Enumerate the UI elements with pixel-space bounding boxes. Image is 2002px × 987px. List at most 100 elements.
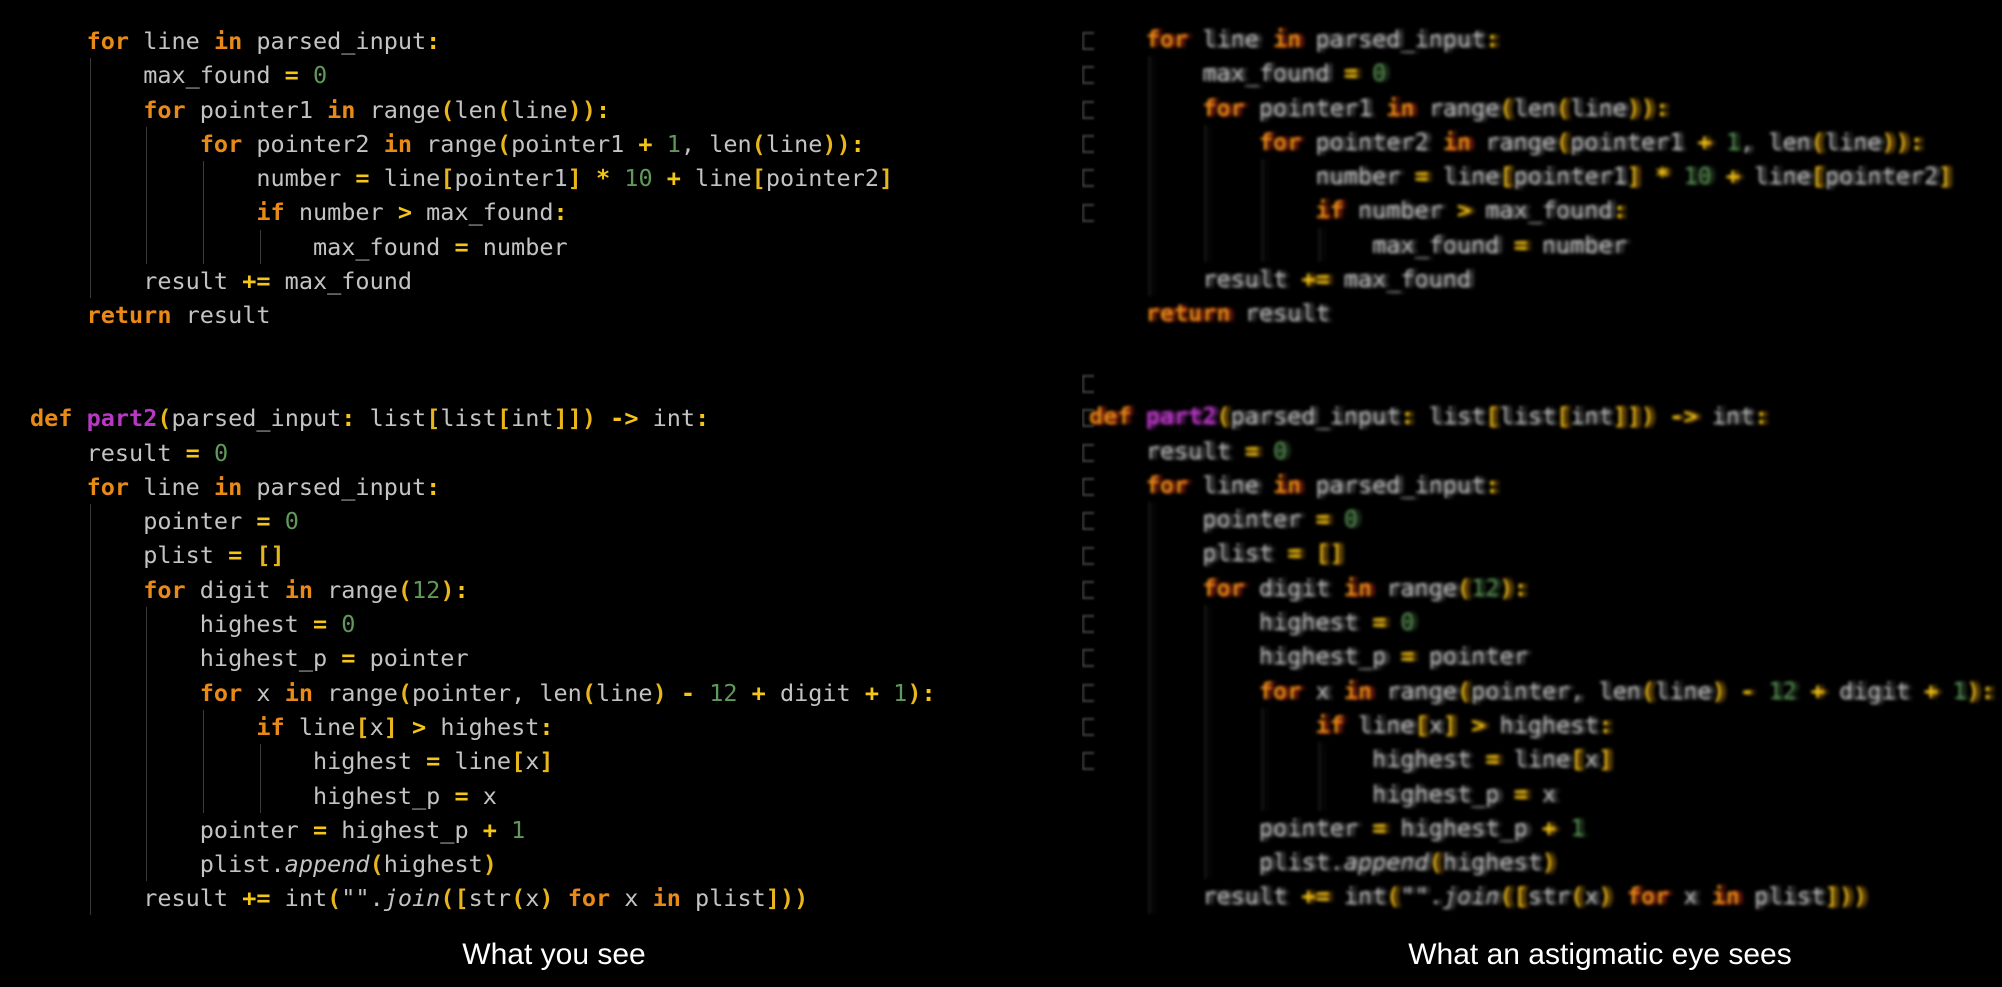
code-token: result [1202, 882, 1302, 911]
code-token: result [171, 301, 271, 330]
indent-guide [1148, 776, 1150, 811]
code-token: : [1754, 402, 1769, 431]
code-token: + [1810, 676, 1825, 705]
indent-guide [1148, 605, 1150, 640]
code-token: : [1654, 93, 1670, 122]
indent-guide [89, 195, 91, 230]
indent-guide [89, 504, 91, 539]
code-token: int [1697, 402, 1755, 431]
indent-guide [1148, 845, 1150, 880]
indent-guide [1205, 124, 1207, 160]
code-token: digit [1824, 676, 1924, 705]
code-token: , len [680, 129, 752, 158]
code-token: ] [539, 747, 554, 776]
code-token: : [695, 404, 710, 433]
code-token: highest [1485, 710, 1599, 739]
code-token: in [1386, 93, 1415, 122]
code-token: line [1570, 93, 1627, 122]
code-token: [ [1810, 162, 1825, 191]
code-token: highest [1258, 608, 1372, 637]
code-token: list [355, 404, 427, 433]
code-token: )) [1881, 127, 1910, 156]
code-line: result += max_found [1089, 262, 1995, 297]
indent-guide [202, 778, 204, 813]
code-token: -> [1669, 402, 1698, 431]
code-token: number [1343, 196, 1457, 225]
code-line: result += max_found [30, 264, 936, 299]
code-token: ) [907, 678, 922, 707]
code-token: max_found [1202, 59, 1344, 88]
code-panel-astigmatic: for line in parsed_input: max_found = 0 … [1082, 0, 2002, 915]
code-token: = [256, 507, 271, 536]
code-token: for [143, 575, 186, 604]
code-line: return result [1089, 296, 1995, 330]
code-token: 0 [341, 610, 356, 639]
indent-guide [89, 58, 91, 93]
code-token: max_found [312, 232, 455, 261]
indent-guide [1261, 776, 1263, 811]
code-token: highest [1371, 745, 1486, 774]
code-line: max_found = number [1089, 227, 1995, 263]
code-token: ) [482, 850, 497, 879]
code-token: ( [751, 129, 766, 158]
code-token: highest_p [1371, 779, 1514, 808]
code-token: 0 [284, 507, 299, 536]
code-token: parsed_input [171, 404, 342, 433]
code-token: [] [1315, 539, 1344, 568]
code-token: ] [1598, 745, 1613, 774]
code-token: parsed_input [1301, 25, 1486, 53]
code-token: x [1428, 710, 1443, 739]
code-token: highest_p [199, 644, 342, 673]
code-token: = [284, 61, 299, 90]
code-token: > [397, 198, 413, 227]
code-token: line [369, 164, 441, 193]
code-token: in [213, 27, 243, 55]
code-token: x [1669, 882, 1712, 911]
code-token: : [1598, 710, 1613, 739]
code-token: : [850, 129, 865, 158]
code-token: + [751, 678, 766, 707]
code-token: ( [1499, 93, 1514, 122]
code-token: 1 [1570, 813, 1585, 842]
code-token: line [765, 129, 823, 158]
code-token: [ [511, 747, 526, 776]
code-token: in [383, 129, 413, 158]
code-token: + [1923, 676, 1938, 705]
code-token: plist [1739, 882, 1825, 911]
code-token: ) [1499, 573, 1514, 602]
indent-guide [89, 675, 91, 710]
code-token: = [185, 438, 200, 467]
code-token: highest [312, 747, 427, 776]
code-token: pointer1 [511, 129, 639, 158]
code-token: for [1145, 25, 1189, 53]
code-token: ( [327, 884, 342, 913]
code-token: "". [341, 884, 384, 913]
gutter-fold-marker [1082, 66, 1094, 85]
code-token: ])) [765, 884, 809, 913]
code-token: : [539, 712, 554, 741]
code-token: number [468, 232, 568, 261]
code-line: highest = line[x] [30, 744, 936, 779]
code-line: plist.append(highest) [30, 847, 936, 882]
indent-guide [89, 881, 91, 915]
code-token: line [1824, 127, 1882, 156]
code-token: : [1400, 402, 1415, 431]
code-token: ) [1966, 676, 1981, 705]
code-token: int [270, 884, 328, 913]
code-token: + [1725, 162, 1740, 191]
code-line: pointer = highest_p + 1 [1089, 810, 1995, 846]
code-line: def part2(parsed_input: list[list[int]])… [1089, 399, 1995, 433]
indent-guide [89, 641, 91, 676]
code-token: ( [1810, 127, 1825, 156]
code-token: range [1371, 676, 1457, 705]
code-token: line [284, 712, 356, 741]
code-token: line [511, 95, 568, 124]
indent-guide [1148, 124, 1150, 160]
